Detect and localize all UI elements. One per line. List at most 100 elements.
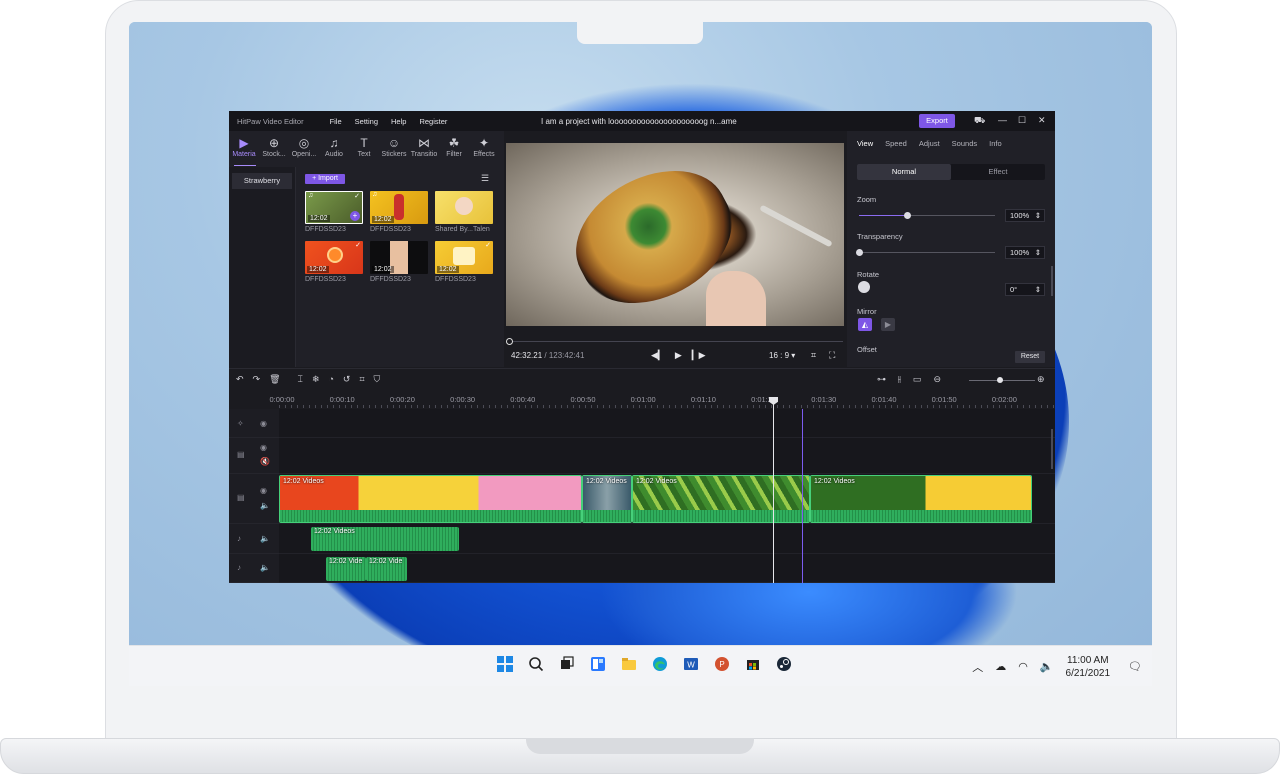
media-item[interactable]: ✓ 12:02 DFFDSSD23 [435, 241, 493, 283]
tab-info[interactable]: Info [989, 139, 1002, 148]
menu-file[interactable]: File [330, 117, 342, 126]
menu-help[interactable]: Help [391, 117, 406, 126]
transparency-slider-knob[interactable] [856, 249, 863, 256]
minimize-icon[interactable]: — [998, 115, 1007, 125]
menu-setting[interactable]: Setting [355, 117, 378, 126]
stepper-icon[interactable]: ⇕ [1035, 284, 1041, 295]
split-icon[interactable]: ⌶ [298, 374, 303, 385]
lane-main[interactable]: 12:02 Videos 12:02 Videos 12:02 Videos 1… [279, 474, 1055, 524]
folder-strawberry[interactable]: Strawberry [232, 173, 292, 189]
media-item[interactable]: 12:02 DFFDSSD23 [370, 241, 428, 283]
tab-filter[interactable]: ☘ Filter [439, 135, 469, 165]
freeze-icon[interactable]: ❄ [312, 374, 320, 385]
tab-opening[interactable]: ◎ Openi... [289, 135, 319, 165]
widgets-icon[interactable] [587, 653, 609, 675]
zoom-in-icon[interactable]: ⊕ [1037, 374, 1045, 385]
eye-icon[interactable]: ◉ [260, 443, 267, 452]
tab-sounds[interactable]: Sounds [952, 139, 977, 148]
tab-stock[interactable]: ⊕ Stock... [259, 135, 289, 165]
crop-tool-icon[interactable]: ⌗ [359, 374, 364, 385]
eye-icon[interactable]: ◉ [260, 419, 267, 428]
audio-clip[interactable]: 12:02 Vide [326, 557, 366, 581]
video-clip[interactable]: 12:02 Videos [582, 475, 632, 523]
transparency-value[interactable]: 100% ⇕ [1005, 246, 1045, 259]
timeline-scrollbar[interactable] [1051, 429, 1053, 469]
crop-icon[interactable]: ⌗ [811, 350, 816, 361]
audio-clip[interactable]: 12:02 Vide [366, 557, 407, 581]
word-icon[interactable]: W [680, 653, 702, 675]
playhead[interactable] [773, 401, 774, 583]
transparency-slider[interactable] [856, 249, 995, 256]
tab-audio[interactable]: ♫ Audio [319, 135, 349, 165]
split-view-icon[interactable]: ⫲ [898, 374, 901, 385]
media-thumbnail[interactable]: ♫ ✓ 12:02 + [305, 191, 363, 224]
delete-icon[interactable]: 🗑 [269, 374, 280, 385]
media-thumbnail[interactable]: ✓ 12:02 [435, 241, 493, 274]
menu-register[interactable]: Register [419, 117, 447, 126]
play-icon[interactable]: ▶ [675, 350, 682, 361]
undo-icon[interactable]: ↶ [236, 374, 244, 385]
tab-transition[interactable]: ⋈ Transitio [409, 135, 439, 165]
media-item[interactable]: ✓ 12:02 DFFDSSD23 [305, 241, 363, 283]
preview-scrubber[interactable] [509, 341, 843, 342]
media-item[interactable]: ♫ ✓ 12:02 + DFFDSSD23 [305, 191, 363, 233]
media-item[interactable]: ♫ 12:02 DFFDSSD23 [370, 191, 428, 233]
search-icon[interactable] [525, 653, 547, 675]
aspect-ratio-select[interactable]: 16 : 9 ▾ [769, 351, 795, 360]
fullscreen-icon[interactable]: ⛶ [829, 350, 835, 361]
video-clip[interactable]: 12:02 Videos [810, 475, 1032, 523]
zoom-out-icon[interactable]: ⊖ [933, 374, 941, 385]
reverse-icon[interactable]: ↺ [343, 374, 351, 385]
sort-icon[interactable]: ☰ [481, 173, 489, 184]
preview-video[interactable] [506, 143, 844, 326]
tab-adjust[interactable]: Adjust [919, 139, 940, 148]
volume-icon[interactable]: 🔈 [260, 534, 270, 543]
mode-effect[interactable]: Effect [951, 164, 1045, 180]
close-icon[interactable]: ✕ [1038, 115, 1046, 126]
shield-icon[interactable]: ⛉ [374, 374, 381, 385]
start-icon[interactable] [494, 653, 516, 675]
tab-effects[interactable]: ✦ Effects [469, 135, 499, 165]
volume-icon[interactable]: 🔈 [1040, 660, 1054, 673]
video-clip[interactable]: 12:02 Videos [279, 475, 582, 523]
speed-icon[interactable]: ◔ [328, 374, 333, 385]
add-icon[interactable]: + [350, 211, 360, 221]
lane-audio-2[interactable]: 12:02 Vide 12:02 Vide [279, 554, 1055, 583]
zoom-value[interactable]: 100% ⇕ [1005, 209, 1045, 222]
eye-icon[interactable]: ◉ [260, 486, 267, 495]
mute-icon[interactable]: 🔇 [260, 457, 270, 466]
edge-icon[interactable] [649, 653, 671, 675]
stepper-icon[interactable]: ⇕ [1035, 247, 1041, 258]
media-item[interactable]: Shared By...Talen [435, 191, 493, 233]
panel-scrollbar[interactable] [1051, 266, 1053, 296]
tab-stickers[interactable]: ☺ Stickers [379, 135, 409, 165]
export-button[interactable]: Export [919, 114, 955, 128]
rotate-value[interactable]: 0° ⇕ [1005, 283, 1045, 296]
timeline-zoom-knob[interactable] [997, 377, 1003, 383]
media-thumbnail[interactable] [435, 191, 493, 224]
import-button[interactable]: + Import [305, 174, 345, 184]
redo-icon[interactable]: ↷ [253, 374, 261, 385]
media-thumbnail[interactable]: ♫ 12:02 [370, 191, 428, 224]
clock[interactable]: 11:00 AM 6/21/2021 [1066, 654, 1111, 680]
fit-icon[interactable]: ▭ [913, 374, 922, 385]
timeline-ruler[interactable]: 0:00:00 0:00:10 0:00:20 0:00:30 0:00:40 0:00:… [269, 391, 1055, 409]
steam-icon[interactable] [773, 653, 795, 675]
maximize-icon[interactable]: ☐ [1018, 115, 1026, 126]
lane-audio-1[interactable]: 12:02 Videos [279, 524, 1055, 554]
chevron-up-icon[interactable]: ︿ [972, 659, 983, 675]
store-icon[interactable] [742, 653, 764, 675]
volume-icon[interactable]: 🔈 [260, 501, 270, 510]
stepper-icon[interactable]: ⇕ [1035, 210, 1041, 221]
tab-speed[interactable]: Speed [885, 139, 907, 148]
tab-material[interactable]: ▶ Materia [229, 135, 259, 165]
snap-icon[interactable]: ⊶ [877, 374, 886, 385]
next-frame-icon[interactable]: ▎▶ [692, 350, 706, 361]
cart-icon[interactable]: ⛟ [974, 115, 985, 127]
cloud-icon[interactable]: ☁ [995, 660, 1006, 673]
notifications-icon[interactable]: 🗨 [1128, 660, 1142, 673]
rotate-dial[interactable] [858, 281, 870, 293]
zoom-slider[interactable] [859, 212, 995, 219]
mode-normal[interactable]: Normal [857, 164, 951, 180]
tab-text[interactable]: T Text [349, 135, 379, 165]
